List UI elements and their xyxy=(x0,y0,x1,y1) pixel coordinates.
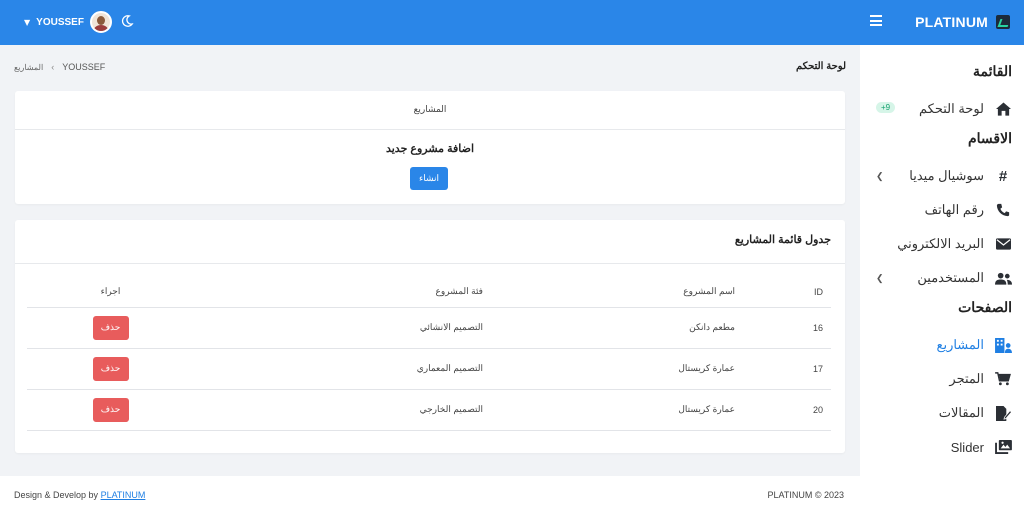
column-header-id: ID xyxy=(735,277,831,308)
users-icon xyxy=(994,270,1012,286)
table-row: حذف التصميم المعماري عمارة كريستال 17 xyxy=(27,348,831,390)
create-project-button[interactable]: انشاء xyxy=(410,167,448,190)
user-menu[interactable]: ▼ YOUSSEF xyxy=(24,10,112,34)
sidebar-item-slider[interactable]: Slider xyxy=(860,430,1024,464)
breadcrumb: المشاريع ‹ YOUSSEF xyxy=(14,62,105,72)
slider-icon xyxy=(994,439,1012,455)
chevron-left-icon: ❯ xyxy=(876,273,884,283)
sidebar: القائمة لوحة التحكم +9 الاقسام # سوشيال … xyxy=(860,45,1024,514)
notification-badge: +9 xyxy=(876,102,896,113)
column-header-action: اجراء xyxy=(27,277,194,308)
breadcrumb-separator: ‹ xyxy=(51,62,55,72)
envelope-icon xyxy=(994,236,1012,252)
top-navbar: PLATINUM ▼ YOUSSEF xyxy=(0,0,1024,45)
user-name: YOUSSEF xyxy=(36,16,84,28)
name-cell: عمارة كريستال xyxy=(483,389,735,431)
sidebar-item-label: البريد الالكتروني xyxy=(897,236,984,251)
projects-table-card: جدول قائمة المشاريع اجراء فئة المشروع اس… xyxy=(15,220,845,453)
brand-logo-icon xyxy=(996,15,1010,29)
breadcrumb-link[interactable]: المشاريع xyxy=(14,63,43,72)
sidebar-item-label: سوشيال ميديا xyxy=(909,168,984,183)
delete-button[interactable]: حذف xyxy=(92,356,129,381)
delete-button[interactable]: حذف xyxy=(92,397,129,422)
name-cell: مطعم دانكن xyxy=(483,307,735,349)
article-icon xyxy=(994,405,1012,421)
sidebar-heading-menu: القائمة xyxy=(973,63,1012,79)
footer-copyright: PLATINUM © 2023 xyxy=(767,490,845,500)
category-cell: التصميم الخارجي xyxy=(194,389,483,431)
chevron-down-icon: ▼ xyxy=(24,17,31,27)
column-header-category: فئة المشروع xyxy=(194,277,483,308)
brand-name: PLATINUM xyxy=(915,14,988,30)
avatar xyxy=(89,11,112,33)
sidebar-item-email[interactable]: البريد الالكتروني xyxy=(860,227,1024,261)
cart-icon xyxy=(994,371,1012,387)
card-header: المشاريع xyxy=(15,91,845,130)
projects-table: اجراء فئة المشروع اسم المشروع ID حذف الت… xyxy=(27,277,831,431)
hash-icon: # xyxy=(998,167,1008,185)
sidebar-item-label: المتجر xyxy=(949,371,984,386)
sidebar-item-label: المقالات xyxy=(938,405,984,420)
projects-icon xyxy=(994,337,1012,353)
sidebar-item-phone[interactable]: رقم الهاتف xyxy=(860,193,1024,227)
breadcrumb-current: YOUSSEF xyxy=(62,62,106,72)
sidebar-item-store[interactable]: المتجر xyxy=(860,362,1024,396)
chevron-left-icon: ❯ xyxy=(876,171,884,181)
category-cell: التصميم الانشائي xyxy=(194,307,483,349)
footer-credit-text: Design & Develop by xyxy=(14,490,99,500)
action-cell: حذف xyxy=(27,348,194,390)
sidebar-item-social[interactable]: # سوشيال ميديا ❯ xyxy=(860,159,1024,193)
sidebar-item-projects[interactable]: المشاريع xyxy=(860,328,1024,362)
sidebar-item-users[interactable]: المستخدمين ❯ xyxy=(860,261,1024,295)
footer-credit: Design & Develop by PLATINUM xyxy=(14,490,145,500)
card-title: اضافة مشروع جديد xyxy=(385,143,475,155)
sidebar-heading-pages: الصفحات xyxy=(958,299,1012,315)
moon-icon[interactable] xyxy=(120,14,134,28)
sidebar-item-label: المشاريع xyxy=(936,337,984,352)
new-project-card: المشاريع اضافة مشروع جديد انشاء xyxy=(15,91,845,204)
id-cell: 17 xyxy=(735,348,831,390)
page-title: لوحة التحكم xyxy=(795,61,846,72)
sidebar-item-label: رقم الهاتف xyxy=(924,202,984,217)
delete-button[interactable]: حذف xyxy=(92,315,129,340)
card-title: جدول قائمة المشاريع xyxy=(15,220,845,264)
sidebar-item-label: المستخدمين xyxy=(917,270,984,285)
column-header-name: اسم المشروع xyxy=(483,277,735,308)
name-cell: عمارة كريستال xyxy=(483,348,735,390)
id-cell: 16 xyxy=(735,307,831,349)
category-cell: التصميم المعماري xyxy=(194,348,483,390)
sidebar-item-label: لوحة التحكم xyxy=(918,101,984,116)
phone-icon xyxy=(994,202,1012,218)
id-cell: 20 xyxy=(735,389,831,431)
action-cell: حذف xyxy=(27,389,194,431)
table-row: حذف التصميم الانشائي مطعم دانكن 16 xyxy=(27,307,831,349)
sidebar-item-dashboard[interactable]: لوحة التحكم +9 xyxy=(860,92,1024,126)
sidebar-item-label: Slider xyxy=(950,439,984,455)
action-cell: حذف xyxy=(27,307,194,349)
home-icon xyxy=(994,101,1012,117)
sidebar-heading-sections: الاقسام xyxy=(968,130,1012,146)
footer-brand-link[interactable]: PLATINUM xyxy=(101,490,146,500)
table-header-row: اجراء فئة المشروع اسم المشروع ID xyxy=(27,277,831,308)
hamburger-icon[interactable] xyxy=(870,15,882,26)
brand[interactable]: PLATINUM xyxy=(915,12,1010,32)
table-row: حذف التصميم الخارجي عمارة كريستال 20 xyxy=(27,389,831,431)
sidebar-item-articles[interactable]: المقالات xyxy=(860,396,1024,430)
footer: Design & Develop by PLATINUM PLATINUM © … xyxy=(0,476,860,514)
